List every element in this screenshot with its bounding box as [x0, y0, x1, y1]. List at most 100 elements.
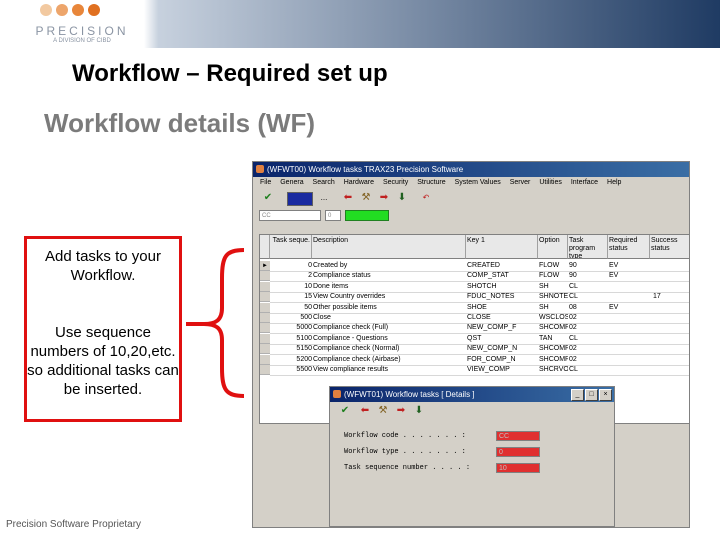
table-cell[interactable]: FLOW — [538, 271, 568, 281]
row-selector[interactable] — [260, 365, 270, 375]
task-sequence-input[interactable]: 10 — [496, 463, 540, 473]
table-cell[interactable] — [650, 365, 689, 375]
table-cell[interactable]: SHCRVO — [538, 365, 568, 375]
menu-genera[interactable]: Genera — [280, 179, 303, 186]
arrow-left-icon[interactable]: ⬅ — [358, 405, 372, 417]
table-cell[interactable]: FOR_COMP_N — [466, 355, 538, 365]
table-cell[interactable] — [608, 282, 650, 292]
table-cell[interactable] — [608, 355, 650, 365]
table-cell[interactable]: Close — [312, 313, 466, 323]
checkmark-icon[interactable]: ✔ — [338, 405, 352, 417]
menu-help[interactable]: Help — [607, 179, 621, 186]
table-cell[interactable]: 5500 — [270, 365, 312, 375]
table-cell[interactable]: SH — [538, 303, 568, 313]
menu-search[interactable]: Search — [313, 179, 335, 186]
row-selector[interactable] — [260, 323, 270, 334]
table-cell[interactable]: 5200 — [270, 355, 312, 365]
checkmark-icon[interactable]: ✔ — [261, 192, 275, 204]
table-cell[interactable]: VIEW_COMP — [466, 365, 538, 375]
table-cell[interactable]: 17 — [652, 292, 682, 302]
arrow-right-icon[interactable]: ➡ — [377, 192, 391, 204]
table-cell[interactable]: SH — [538, 282, 568, 292]
undo-icon[interactable]: ↶ — [419, 192, 433, 204]
table-cell[interactable]: 50 — [270, 303, 312, 313]
menu-security[interactable]: Security — [383, 179, 408, 186]
tools-icon[interactable]: ⚒ — [359, 192, 373, 204]
table-cell[interactable]: 10 — [270, 282, 312, 292]
table-cell[interactable]: 15 — [270, 292, 312, 302]
menu-system-values[interactable]: System Values — [455, 179, 501, 186]
table-cell[interactable]: SHCOMP — [538, 323, 568, 333]
table-cell[interactable] — [608, 323, 650, 333]
table-cell[interactable] — [650, 282, 689, 292]
table-cell[interactable] — [650, 323, 689, 333]
table-cell[interactable]: View compliance results — [312, 365, 466, 375]
table-cell[interactable]: QST — [466, 334, 538, 344]
table-cell[interactable] — [650, 344, 689, 354]
table-cell[interactable]: Compliance - Questions — [312, 334, 466, 344]
table-cell[interactable]: NEW_COMP_N — [466, 344, 538, 354]
table-cell[interactable]: NEW_COMP_F — [466, 323, 538, 333]
table-cell[interactable]: CREATED — [466, 261, 538, 271]
table-cell[interactable]: CLOSE — [466, 313, 538, 323]
table-cell[interactable] — [650, 271, 689, 281]
tools-icon[interactable]: ⚒ — [376, 405, 390, 417]
table-cell[interactable]: 5000 — [270, 323, 312, 333]
table-cell[interactable]: 90 — [568, 261, 608, 271]
menu-hardware[interactable]: Hardware — [344, 179, 374, 186]
table-cell[interactable]: FDUC_NOTES — [466, 292, 538, 302]
row-selector[interactable] — [260, 281, 270, 292]
table-cell[interactable]: 02 — [568, 323, 608, 333]
table-cell[interactable] — [608, 344, 650, 354]
table-cell[interactable]: TAN — [538, 334, 568, 344]
table-cell[interactable]: WSCLOS — [538, 313, 568, 323]
table-cell[interactable] — [608, 365, 650, 375]
table-cell[interactable]: 2 — [270, 271, 312, 281]
row-selector[interactable] — [260, 302, 270, 313]
menu-file[interactable]: File — [260, 179, 271, 186]
table-cell[interactable]: CL — [568, 334, 608, 344]
table-cell[interactable]: SHNOTE — [538, 292, 568, 302]
table-cell[interactable] — [650, 313, 689, 323]
table-cell[interactable]: 08 — [568, 303, 608, 313]
table-cell[interactable]: SHOE — [466, 303, 538, 313]
table-cell[interactable]: 02 — [568, 313, 608, 323]
menu-structure[interactable]: Structure — [417, 179, 445, 186]
row-selector[interactable] — [260, 271, 270, 282]
more-button[interactable]: ... — [317, 192, 331, 204]
close-button[interactable]: × — [599, 389, 612, 401]
table-cell[interactable]: Compliance check (Airbase) — [312, 355, 466, 365]
table-cell[interactable]: 5150 — [270, 344, 312, 354]
table-cell[interactable]: Other possible items — [312, 303, 466, 313]
table-cell[interactable]: 02 — [568, 344, 608, 354]
table-cell[interactable]: 0 — [270, 261, 312, 271]
color-swatch-button[interactable] — [287, 192, 313, 206]
table-cell[interactable]: Compliance check (Normal) — [312, 344, 466, 354]
row-selector[interactable] — [260, 354, 270, 365]
row-selector[interactable] — [260, 313, 270, 323]
workflow-type-input[interactable]: 0 — [496, 447, 540, 457]
table-cell[interactable]: CL — [568, 292, 608, 302]
arrow-right-icon[interactable]: ➡ — [394, 405, 408, 417]
row-selector[interactable] — [260, 292, 270, 303]
table-cell[interactable]: COMP_STAT — [466, 271, 538, 281]
table-cell[interactable] — [650, 261, 689, 271]
maximize-button[interactable]: □ — [585, 389, 598, 401]
table-cell[interactable]: FLOW — [538, 261, 568, 271]
table-cell[interactable]: SHCOMP — [538, 344, 568, 354]
arrow-down-icon[interactable]: ⬇ — [395, 192, 409, 204]
table-cell[interactable]: 02 — [568, 355, 608, 365]
table-cell[interactable]: Compliance status — [312, 271, 466, 281]
row-selector[interactable]: ► — [260, 261, 270, 271]
workflow-code-field[interactable]: CC — [259, 210, 321, 221]
table-cell[interactable] — [650, 334, 689, 344]
table-cell[interactable]: View Country overrides — [312, 292, 466, 302]
table-cell[interactable] — [650, 355, 689, 365]
table-cell[interactable] — [608, 313, 650, 323]
table-cell[interactable]: 90 — [568, 271, 608, 281]
arrow-left-icon[interactable]: ⬅ — [341, 192, 355, 204]
minimize-button[interactable]: _ — [571, 389, 584, 401]
arrow-down-icon[interactable]: ⬇ — [412, 405, 426, 417]
row-selector[interactable] — [260, 344, 270, 355]
workflow-code-input[interactable]: CC — [496, 431, 540, 441]
